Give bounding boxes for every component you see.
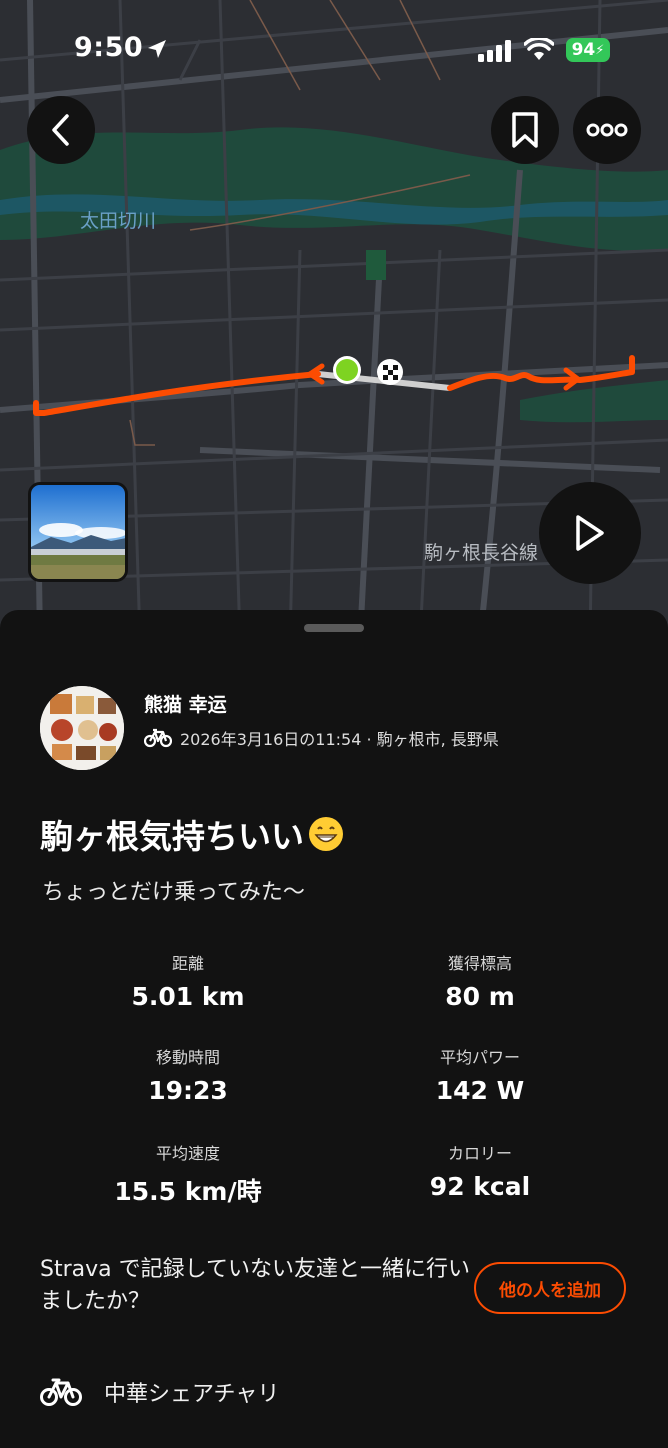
battery-indicator: 94 ⚡ [566, 38, 610, 62]
more-options-button[interactable] [573, 96, 641, 164]
stat-label: 距離 [171, 954, 204, 973]
location-arrow-icon [148, 40, 166, 58]
landscape-photo [31, 485, 125, 579]
activity-details-sheet: 熊猫 幸运 2026年3月16日の11:54 · 駒ヶ根市, 長野県 駒ヶ根気持… [0, 610, 668, 1448]
play-flyby-button[interactable] [539, 482, 641, 584]
athlete-avatar[interactable] [40, 686, 124, 770]
stat-elevation-gain: 獲得標高 80 m [350, 950, 610, 1011]
wifi-icon [524, 38, 554, 60]
stat-avg-speed: 平均速度 15.5 km/時 [58, 1140, 318, 1208]
stat-label: 平均パワー [439, 1048, 520, 1067]
stat-avg-power: 平均パワー 142 W [350, 1044, 610, 1105]
athlete-name[interactable]: 熊猫 幸运 [144, 690, 227, 717]
stat-value: 142 W [435, 1076, 525, 1105]
stat-value: 19:23 [148, 1076, 228, 1105]
stat-label: 平均速度 [155, 1144, 220, 1163]
activity-title-text: 駒ヶ根気持ちいい [40, 817, 304, 856]
food-collage-avatar [40, 686, 124, 770]
stat-calories: カロリー 92 kcal [350, 1140, 610, 1201]
stat-label: カロリー [447, 1144, 512, 1163]
bike-icon [40, 1378, 82, 1406]
status-time: 9:50 [74, 32, 144, 63]
stat-label: 移動時間 [155, 1048, 220, 1067]
activity-title: 駒ヶ根気持ちいい [40, 810, 344, 858]
battery-level: 94 [571, 40, 596, 60]
play-icon [576, 515, 604, 551]
sheet-drag-handle[interactable] [304, 624, 364, 632]
gear-row[interactable]: 中華シェアチャリ [40, 1376, 279, 1408]
stat-value: 92 kcal [429, 1172, 531, 1201]
back-arrow-icon [52, 114, 69, 146]
road-label: 駒ヶ根長谷線 [424, 542, 539, 564]
river-label: 太田切川 [80, 210, 157, 232]
activity-date-location: 2026年3月16日の11:54 · 駒ヶ根市, 長野県 [180, 730, 499, 749]
activity-meta: 2026年3月16日の11:54 · 駒ヶ根市, 長野県 [144, 726, 499, 750]
stat-value: 80 m [445, 982, 515, 1011]
bookmark-icon [512, 112, 538, 148]
stat-value: 5.01 km [131, 982, 245, 1011]
bike-icon [144, 728, 172, 748]
more-options-icon [586, 123, 628, 137]
cellular-signal-icon [478, 40, 511, 62]
activity-description: ちょっとだけ乗ってみた〜 [42, 880, 305, 905]
activity-photo-thumbnail[interactable] [28, 482, 128, 582]
stat-label: 獲得標高 [447, 954, 512, 973]
stat-distance: 距離 5.01 km [58, 950, 318, 1011]
stat-value: 15.5 km/時 [114, 1177, 262, 1206]
status-bar: 9:50 94 ⚡ [0, 0, 668, 100]
add-people-button[interactable]: 他の人を追加 [474, 1262, 626, 1314]
gear-name: 中華シェアチャリ [104, 1382, 280, 1407]
stat-moving-time: 移動時間 19:23 [58, 1044, 318, 1105]
back-button[interactable] [27, 96, 95, 164]
route-map[interactable]: 太田切川 駒ヶ根長谷線 9:50 94 ⚡ [0, 0, 668, 640]
grinning-face-emoji-icon [309, 817, 343, 851]
bookmark-button[interactable] [491, 96, 559, 164]
add-friends-prompt: Strava で記録していない友達と一緒に行いましたか？ [40, 1257, 470, 1314]
